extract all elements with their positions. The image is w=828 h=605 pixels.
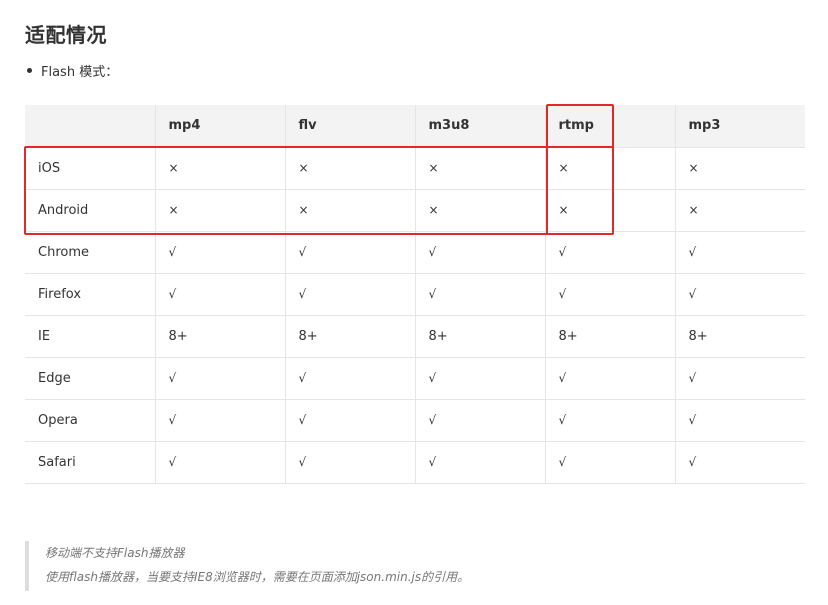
row-label: iOS: [25, 147, 155, 190]
table-cell: 8+: [674, 315, 805, 358]
table-cell: √: [414, 441, 545, 484]
table-cell: ×: [284, 147, 415, 190]
table-cell: √: [674, 231, 805, 274]
table-cell: √: [674, 273, 805, 316]
table-cell: √: [284, 441, 415, 484]
table-cell: ×: [544, 189, 675, 232]
row-label: Edge: [25, 357, 155, 400]
compatibility-table: mp4 flv m3u8 rtmp mp3 iOS × × × × × Andr…: [25, 105, 805, 484]
table-cell: √: [544, 399, 675, 442]
table-cell: √: [284, 273, 415, 316]
table-cell: 8+: [154, 315, 285, 358]
table-cell: ×: [674, 189, 805, 232]
header-cell-rtmp: rtmp: [544, 105, 675, 148]
section-heading: 适配情况: [25, 23, 107, 47]
table-row: IE 8+ 8+ 8+ 8+ 8+: [25, 315, 805, 358]
table-cell: √: [544, 357, 675, 400]
table-header-row: mp4 flv m3u8 rtmp mp3: [25, 105, 805, 148]
table-cell: √: [544, 441, 675, 484]
table-cell: √: [284, 399, 415, 442]
bullet-item: Flash 模式：: [25, 61, 118, 80]
table-cell: 8+: [544, 315, 675, 358]
table-cell: ×: [414, 147, 545, 190]
table-row: Safari √ √ √ √ √: [25, 441, 805, 484]
table-cell: √: [284, 357, 415, 400]
bullet-dot-icon: [27, 68, 32, 73]
table-cell: √: [414, 399, 545, 442]
table-cell: 8+: [414, 315, 545, 358]
table-cell: √: [674, 357, 805, 400]
table-cell: √: [674, 399, 805, 442]
table-cell: √: [414, 357, 545, 400]
table-cell: ×: [674, 147, 805, 190]
table-row: Android × × × × ×: [25, 189, 805, 232]
table-cell: √: [544, 273, 675, 316]
table-cell: ×: [284, 189, 415, 232]
table-cell: √: [284, 231, 415, 274]
table-cell: √: [544, 231, 675, 274]
row-label: Firefox: [25, 273, 155, 316]
table-cell: √: [414, 273, 545, 316]
bullet-list: Flash 模式：: [25, 61, 118, 80]
table-cell: ×: [544, 147, 675, 190]
table-row: Firefox √ √ √ √ √: [25, 273, 805, 316]
page: 适配情况 Flash 模式： mp4 flv m3u8 rtmp mp3 iOS…: [0, 0, 828, 605]
table-cell: ×: [154, 147, 285, 190]
note-line: 移动端不支持Flash播放器: [45, 546, 185, 560]
header-cell-flv: flv: [284, 105, 415, 148]
table-cell: √: [154, 441, 285, 484]
header-cell-m3u8: m3u8: [414, 105, 545, 148]
note-line: 使用flash播放器，当要支持IE8浏览器时，需要在页面添加json.min.j…: [45, 570, 470, 584]
table-cell: √: [674, 441, 805, 484]
table-cell: √: [414, 231, 545, 274]
row-label: Chrome: [25, 231, 155, 274]
header-cell-mp3: mp3: [674, 105, 805, 148]
row-label: Safari: [25, 441, 155, 484]
row-label: Android: [25, 189, 155, 232]
table-row: iOS × × × × ×: [25, 147, 805, 190]
row-label: IE: [25, 315, 155, 358]
table-cell: √: [154, 273, 285, 316]
table-cell: √: [154, 231, 285, 274]
table-row: Chrome √ √ √ √ √: [25, 231, 805, 274]
table-cell: √: [154, 399, 285, 442]
bullet-text: Flash 模式：: [41, 65, 119, 80]
row-label: Opera: [25, 399, 155, 442]
table-cell: √: [154, 357, 285, 400]
table-cell: ×: [414, 189, 545, 232]
header-cell-platform: [25, 105, 155, 148]
table-row: Edge √ √ √ √ √: [25, 357, 805, 400]
note-blockquote: 移动端不支持Flash播放器 使用flash播放器，当要支持IE8浏览器时，需要…: [25, 541, 805, 591]
table-cell: ×: [154, 189, 285, 232]
header-cell-mp4: mp4: [154, 105, 285, 148]
table-cell: 8+: [284, 315, 415, 358]
table-row: Opera √ √ √ √ √: [25, 399, 805, 442]
